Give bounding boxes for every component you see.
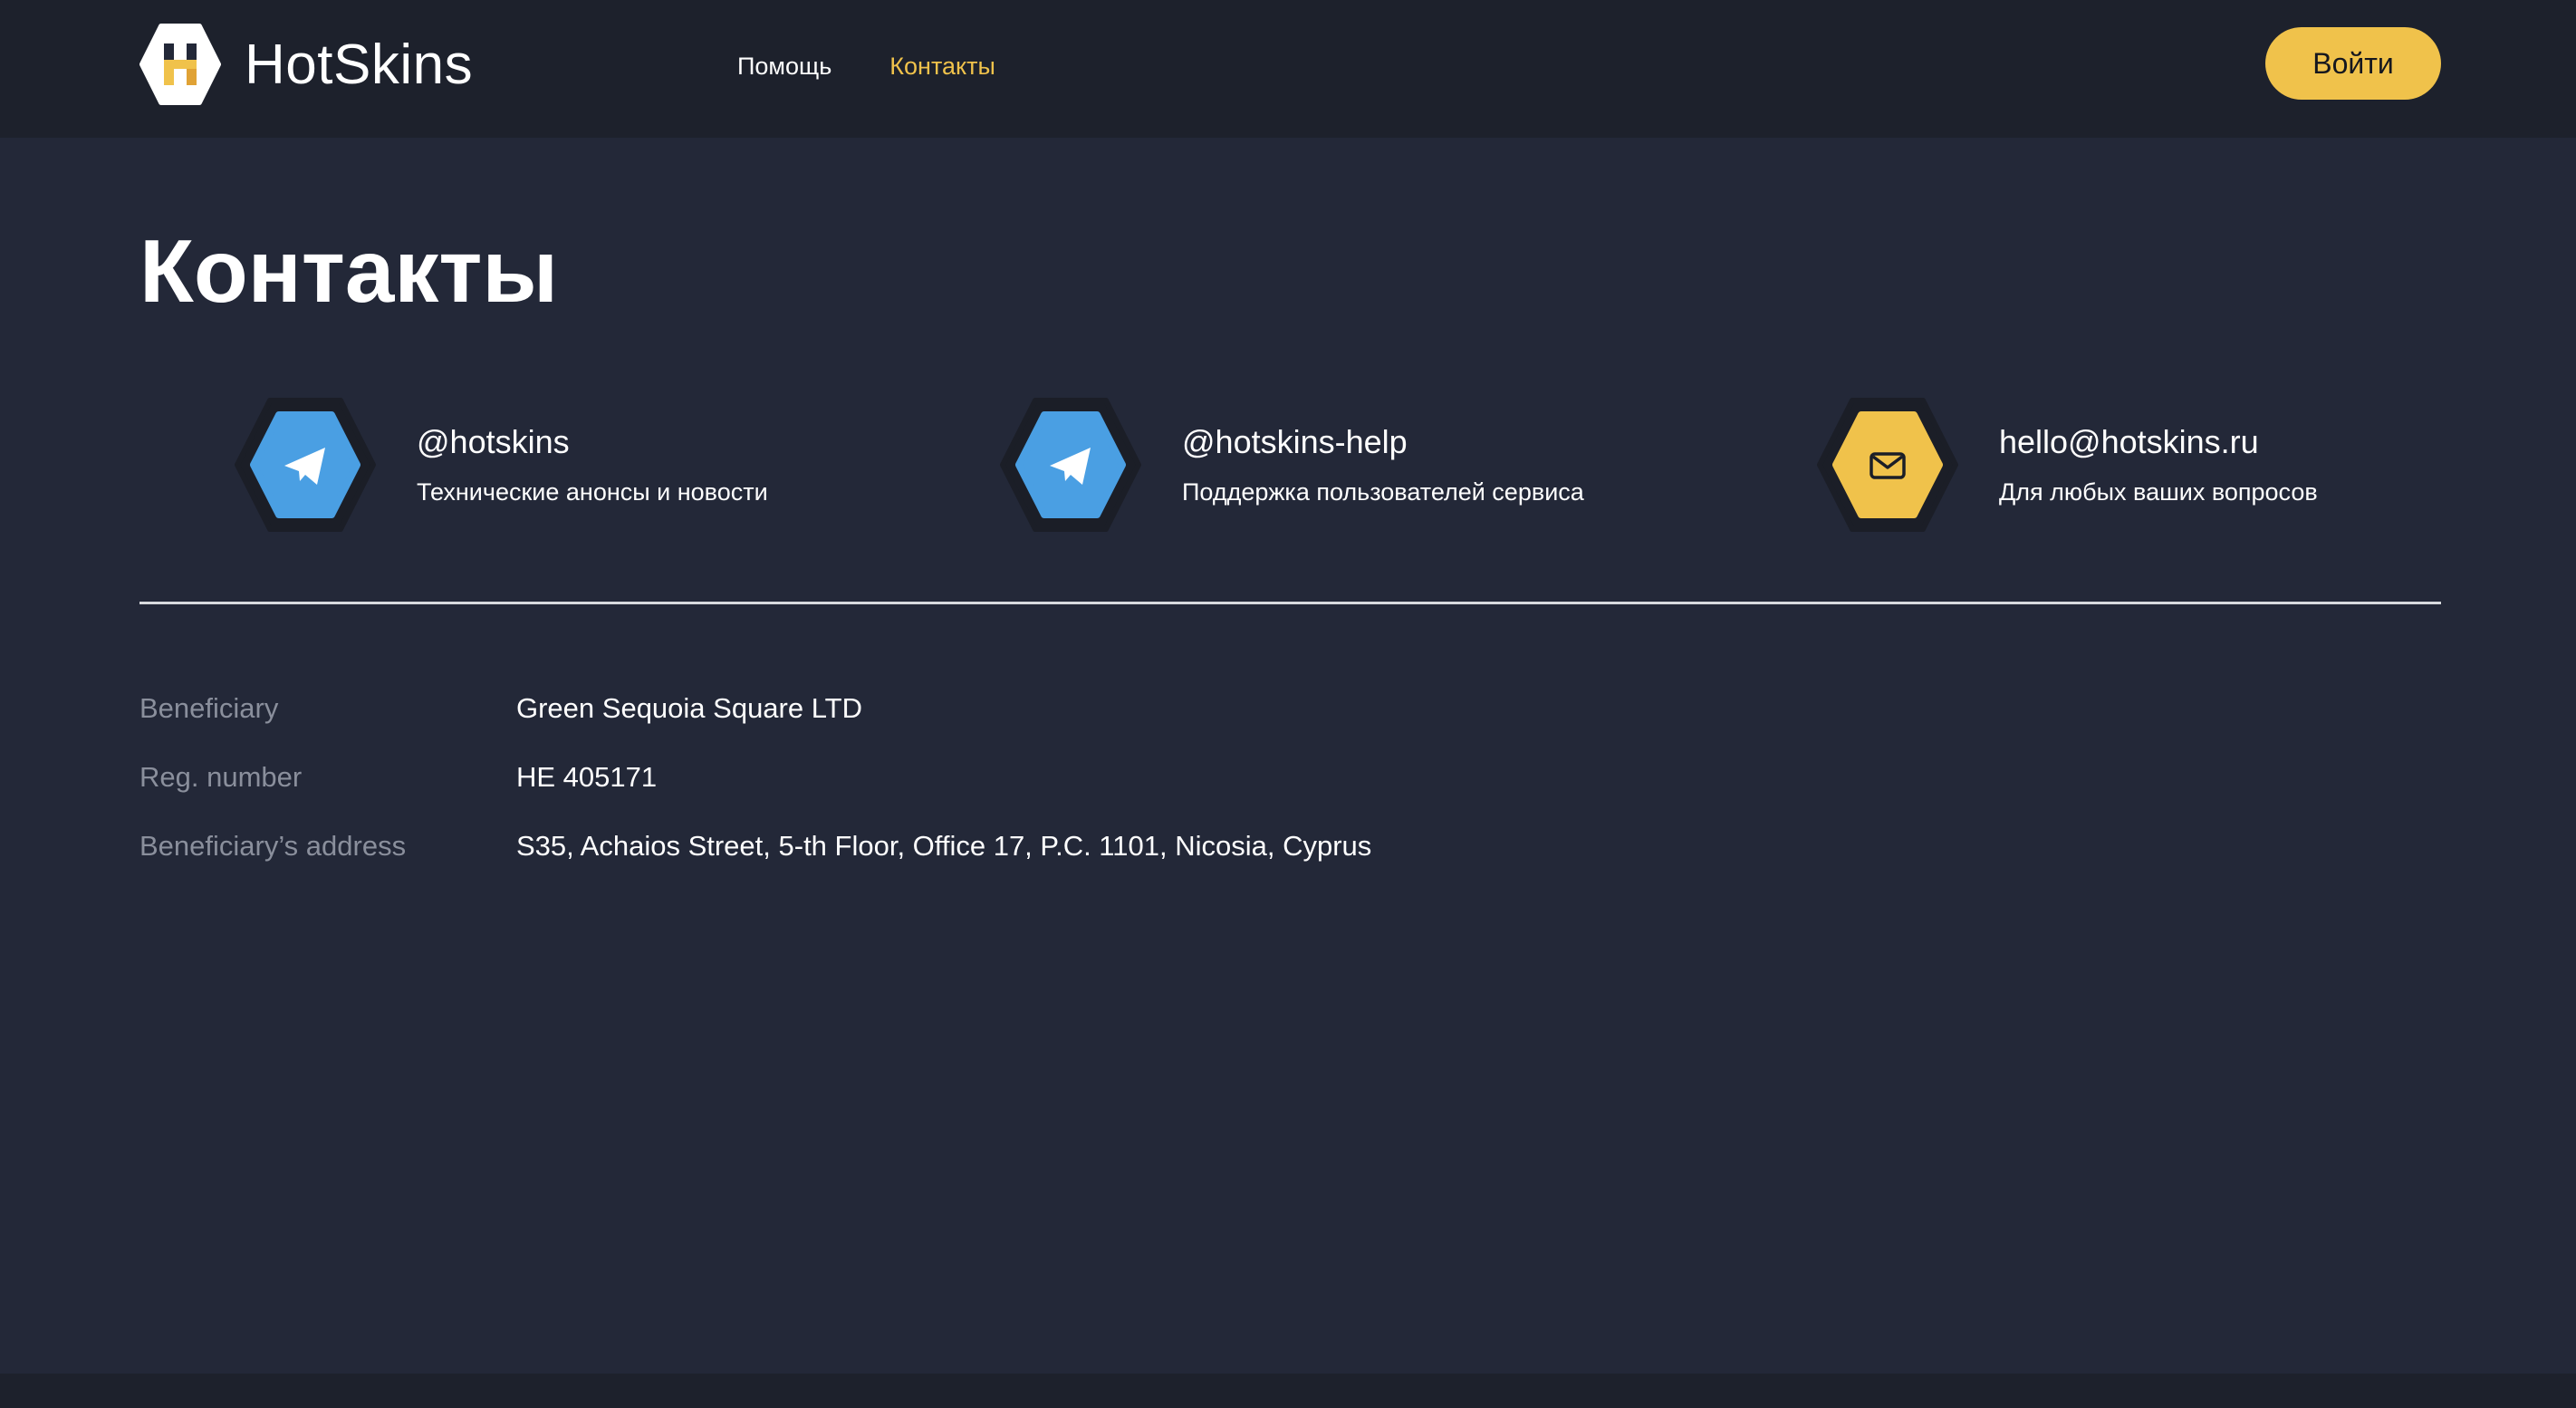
nav-link-contacts[interactable]: Контакты: [889, 53, 995, 81]
detail-row-reg-number: Reg. number HE 405171: [139, 743, 1371, 812]
telegram-icon: [235, 398, 376, 532]
contact-telegram-help[interactable]: @hotskins-help Поддержка пользователей с…: [999, 397, 1584, 533]
contact-text: hello@hotskins.ru Для любых ваших вопрос…: [1999, 422, 2318, 507]
contact-description: Технические анонсы и новости: [417, 478, 768, 506]
detail-value: HE 405171: [516, 761, 658, 793]
contacts-list: @hotskins Технические анонсы и новости @…: [0, 397, 2576, 533]
page-title: Контакты: [139, 221, 559, 321]
contact-handle: hello@hotskins.ru: [1999, 423, 2259, 461]
main-nav: Помощь Контакты: [737, 53, 995, 81]
detail-row-beneficiary: Beneficiary Green Sequoia Square LTD: [139, 674, 1371, 743]
company-details: Beneficiary Green Sequoia Square LTD Reg…: [139, 674, 1371, 881]
detail-value: S35, Achaios Street, 5-th Floor, Office …: [516, 830, 1372, 862]
contact-telegram-news[interactable]: @hotskins Технические анонсы и новости: [234, 397, 768, 533]
contact-text: @hotskins-help Поддержка пользователей с…: [1182, 422, 1584, 507]
contact-description: Поддержка пользователей сервиса: [1182, 478, 1584, 506]
detail-label: Reg. number: [139, 761, 303, 793]
mail-icon: [1817, 398, 1958, 532]
hotskins-logo-icon: [139, 24, 221, 105]
contact-email[interactable]: hello@hotskins.ru Для любых ваших вопрос…: [1816, 397, 2318, 533]
brand-name: HotSkins: [245, 33, 474, 96]
section-divider: [139, 602, 2441, 604]
contact-description: Для любых ваших вопросов: [1999, 478, 2318, 506]
logo[interactable]: HotSkins: [139, 24, 473, 105]
site-footer: [0, 1374, 2576, 1408]
login-button[interactable]: Войти: [2265, 27, 2441, 100]
detail-row-address: Beneficiary’s address S35, Achaios Stree…: [139, 812, 1371, 881]
detail-label: Beneficiary’s address: [139, 830, 407, 862]
detail-value: Green Sequoia Square LTD: [516, 692, 862, 724]
contact-handle: @hotskins-help: [1182, 423, 1408, 461]
site-header: HotSkins Помощь Контакты Войти: [0, 0, 2576, 138]
telegram-icon: [1000, 398, 1141, 532]
nav-link-help[interactable]: Помощь: [737, 53, 831, 81]
contact-handle: @hotskins: [417, 423, 570, 461]
contact-text: @hotskins Технические анонсы и новости: [417, 422, 768, 507]
detail-label: Beneficiary: [139, 692, 279, 724]
